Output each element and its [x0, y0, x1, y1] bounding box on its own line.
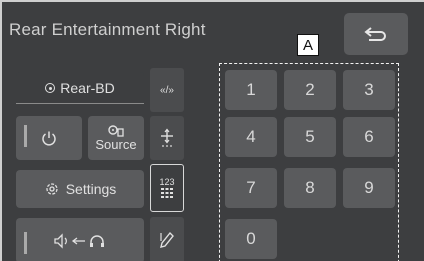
audio-output-button[interactable]	[16, 218, 144, 261]
back-button[interactable]	[344, 13, 408, 55]
key-1[interactable]: 1	[225, 70, 277, 110]
page-title: Rear Entertainment Right	[9, 20, 206, 39]
key-8[interactable]: 8	[284, 168, 336, 208]
power-icon	[42, 131, 56, 146]
disc-icon	[45, 83, 56, 93]
tab-numpad[interactable]: 123	[150, 164, 184, 212]
key-6[interactable]: 6	[343, 117, 395, 157]
disc-underline	[16, 103, 144, 104]
numpad-grid-icon	[161, 187, 173, 198]
key-7[interactable]: 7	[225, 168, 277, 208]
key-3[interactable]: 3	[343, 70, 395, 110]
key-4[interactable]: 4	[225, 117, 277, 157]
settings-button[interactable]: Settings	[16, 170, 144, 208]
source-button[interactable]: Source	[88, 116, 144, 160]
callout-label: A	[297, 34, 319, 56]
return-arrow-icon	[364, 27, 386, 41]
disc-source-button[interactable]: Rear-BD	[16, 72, 144, 104]
source-icon	[108, 124, 124, 137]
pen-icon	[160, 231, 174, 248]
audio-indicator	[24, 232, 27, 254]
cursor-move-icon	[161, 128, 173, 147]
power-indicator	[24, 125, 27, 147]
tab-cursor[interactable]	[150, 116, 184, 160]
key-2[interactable]: 2	[284, 70, 336, 110]
key-0[interactable]: 0	[225, 219, 277, 259]
frame-border-top	[0, 0, 424, 2]
numpad-tab-label: 123	[159, 176, 175, 187]
disc-label: Rear-BD	[60, 80, 115, 96]
tab-skip[interactable]: «/»	[150, 68, 184, 112]
speaker-to-headphones-icon	[54, 232, 104, 249]
gear-icon	[46, 183, 58, 195]
power-button[interactable]	[16, 116, 82, 160]
key-9[interactable]: 9	[343, 168, 395, 208]
settings-label: Settings	[65, 181, 117, 197]
key-5[interactable]: 5	[284, 117, 336, 157]
frame-border-left	[0, 0, 2, 261]
rear-entertainment-screen: Rear Entertainment Right A Rear-BD Sourc…	[0, 0, 424, 261]
source-label: Source	[95, 136, 137, 152]
tab-pen[interactable]	[150, 217, 184, 261]
